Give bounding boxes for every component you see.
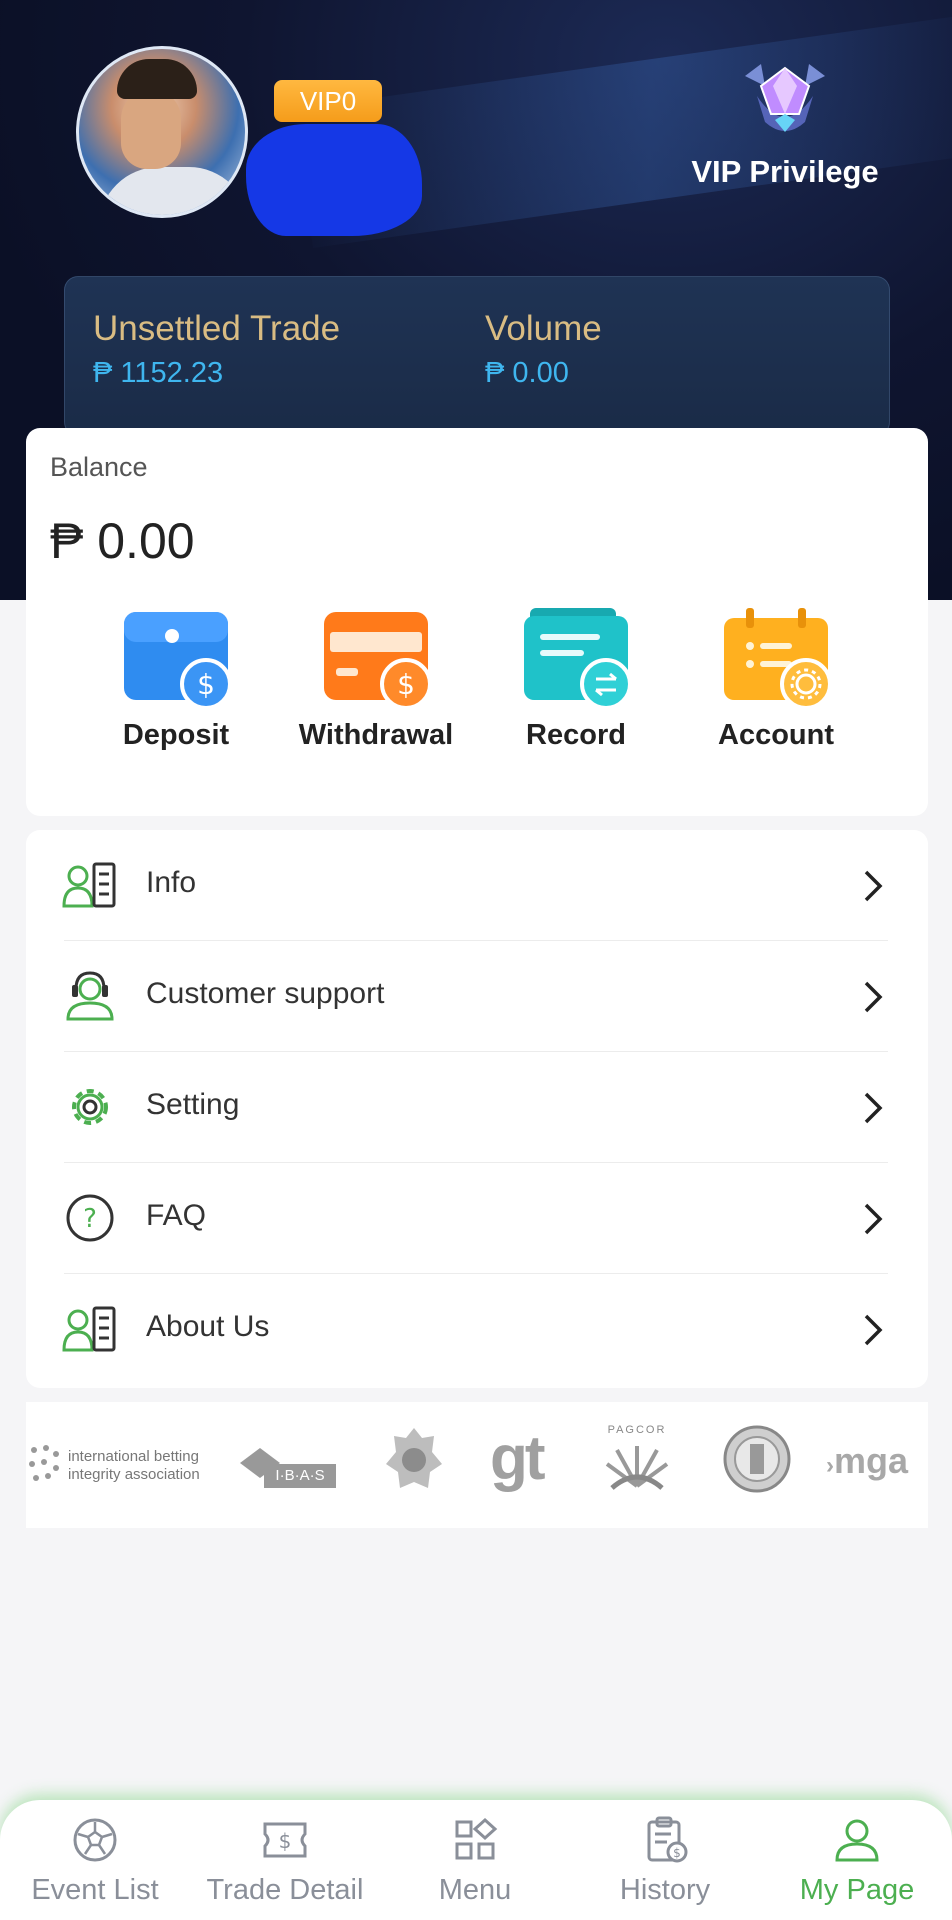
grid-menu-icon: [455, 1817, 498, 1860]
diamond-crest-icon: [745, 64, 825, 132]
id-card-icon: [62, 862, 116, 908]
wallet-actions: $ Deposit $ Withdrawal Record Account: [26, 604, 928, 774]
ticket-dollar-icon: $: [263, 1822, 307, 1858]
svg-text:$: $: [673, 1846, 681, 1860]
chevron-right-icon: [864, 981, 883, 1013]
soccer-ball-icon: [73, 1818, 117, 1862]
volume-value: ₱ 0.00: [485, 357, 569, 389]
chevron-right-icon: [864, 1092, 883, 1124]
volume-label: Volume: [485, 309, 602, 348]
question-circle-icon: ?: [66, 1194, 114, 1242]
menu-item-label: FAQ: [146, 1199, 207, 1232]
withdrawal-label: Withdrawal: [298, 719, 454, 751]
card-dollar-icon: $: [324, 612, 432, 710]
menu-item-label: Info: [146, 866, 197, 899]
menu-list: Info Customer support Setting ? FAQ Abou…: [26, 830, 928, 1388]
tab-label: Event List: [31, 1874, 159, 1906]
vip-privilege-button[interactable]: VIP Privilege: [670, 56, 900, 190]
tab-label: Menu: [438, 1874, 512, 1906]
avatar[interactable]: [76, 46, 248, 218]
tab-label: Trade Detail: [206, 1874, 364, 1906]
balance-amount: ₱ 0.00: [50, 513, 195, 569]
menu-item-setting[interactable]: Setting: [26, 1052, 928, 1163]
headset-agent-icon: [66, 971, 114, 1021]
ibia-text-line2: integrity association: [68, 1466, 200, 1483]
record-button[interactable]: Record: [476, 604, 676, 752]
pagcor-logo: PAGCOR: [602, 1424, 672, 1504]
trade-summary-card: Unsettled Trade ₱ 1152.23 Volume ₱ 0.00: [64, 276, 890, 436]
svg-text:$: $: [197, 668, 215, 701]
calendar-gear-icon: [724, 608, 832, 710]
record-transfer-icon: [524, 608, 632, 710]
wallet-dollar-icon: $: [124, 612, 232, 710]
deposit-button[interactable]: $ Deposit: [76, 604, 276, 752]
record-label: Record: [526, 719, 626, 751]
user-icon: [835, 1819, 879, 1862]
chevron-right-icon: [864, 1314, 883, 1346]
tab-menu[interactable]: Menu: [380, 1816, 570, 1907]
vip-level-badge: VIP0: [274, 80, 382, 122]
menu-item-label: About Us: [146, 1310, 270, 1343]
withdrawal-button[interactable]: $ Withdrawal: [276, 604, 476, 752]
unsettled-trade-value: ₱ 1152.23: [93, 357, 224, 389]
partner-logos: international betting integrity associat…: [26, 1402, 928, 1528]
svg-text:?: ?: [83, 1204, 97, 1234]
ibas-logo: I·B·A·S: [240, 1424, 340, 1504]
menu-item-faq[interactable]: ? FAQ: [26, 1163, 928, 1274]
tab-my-page[interactable]: My Page: [762, 1816, 952, 1907]
tab-event-list[interactable]: Event List: [0, 1816, 190, 1907]
chevron-right-icon: [864, 1203, 883, 1235]
tab-trade-detail[interactable]: $ Trade Detail: [190, 1816, 380, 1907]
gt-logo: gt: [490, 1424, 570, 1504]
menu-item-label: Setting: [146, 1088, 240, 1121]
ibas-text: I·B·A·S: [264, 1464, 336, 1488]
account-button[interactable]: Account: [676, 604, 876, 752]
chevron-right-icon: [864, 870, 883, 902]
balance-label: Balance: [50, 452, 148, 482]
tab-label: History: [619, 1874, 711, 1906]
id-card-icon: [62, 1306, 116, 1352]
fsc-seal-logo: [722, 1424, 792, 1504]
balance-card: Balance ₱ 0.00 $ Deposit $ Withdrawal Re…: [26, 428, 928, 816]
unsettled-trade-label: Unsettled Trade: [93, 309, 341, 348]
menu-item-about-us[interactable]: About Us: [26, 1274, 928, 1385]
royal-crest-logo: [382, 1424, 446, 1504]
volume-block: Volume ₱ 0.00: [485, 309, 602, 390]
svg-text:$: $: [397, 668, 415, 701]
account-label: Account: [718, 719, 834, 751]
bottom-navigation: Event List $ Trade Detail Menu $ History: [0, 1800, 952, 1920]
menu-item-info[interactable]: Info: [26, 830, 928, 941]
unsettled-trade-block: Unsettled Trade ₱ 1152.23: [93, 309, 340, 390]
tab-history[interactable]: $ History: [570, 1816, 760, 1907]
clipboard-dollar-icon: $: [647, 1816, 688, 1863]
deposit-label: Deposit: [122, 719, 230, 751]
pagcor-text: PAGCOR: [607, 1424, 667, 1436]
svg-text:$: $: [279, 1829, 292, 1853]
redacted-username: [246, 124, 422, 236]
mga-text: mga: [834, 1440, 909, 1481]
mga-logo: ›mga: [826, 1440, 909, 1481]
menu-item-label: Customer support: [146, 977, 385, 1010]
gt-text: gt: [490, 1424, 546, 1493]
menu-item-customer-support[interactable]: Customer support: [26, 941, 928, 1052]
gear-icon: [72, 1089, 108, 1125]
tab-label: My Page: [799, 1874, 915, 1906]
vip-privilege-label: VIP Privilege: [691, 154, 879, 189]
ibia-logo: international betting integrity associat…: [28, 1424, 208, 1504]
ibia-text-line1: international betting: [68, 1448, 199, 1465]
